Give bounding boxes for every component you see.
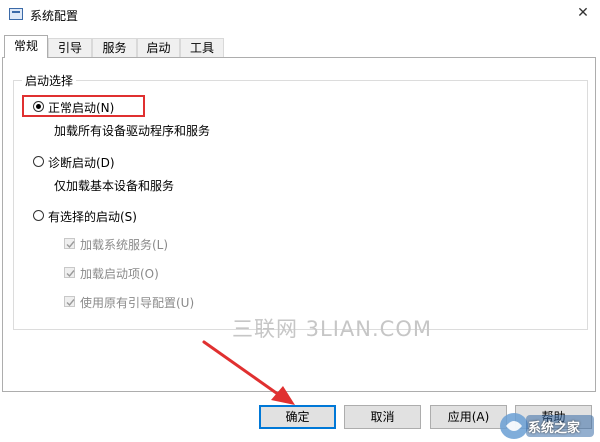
- site-logo-text: 系统之家: [528, 421, 581, 436]
- ok-button[interactable]: 确定: [259, 405, 336, 429]
- tab-general[interactable]: 常规: [4, 35, 48, 58]
- red-arrow-icon: [202, 340, 295, 405]
- cancel-button[interactable]: 取消: [344, 405, 421, 429]
